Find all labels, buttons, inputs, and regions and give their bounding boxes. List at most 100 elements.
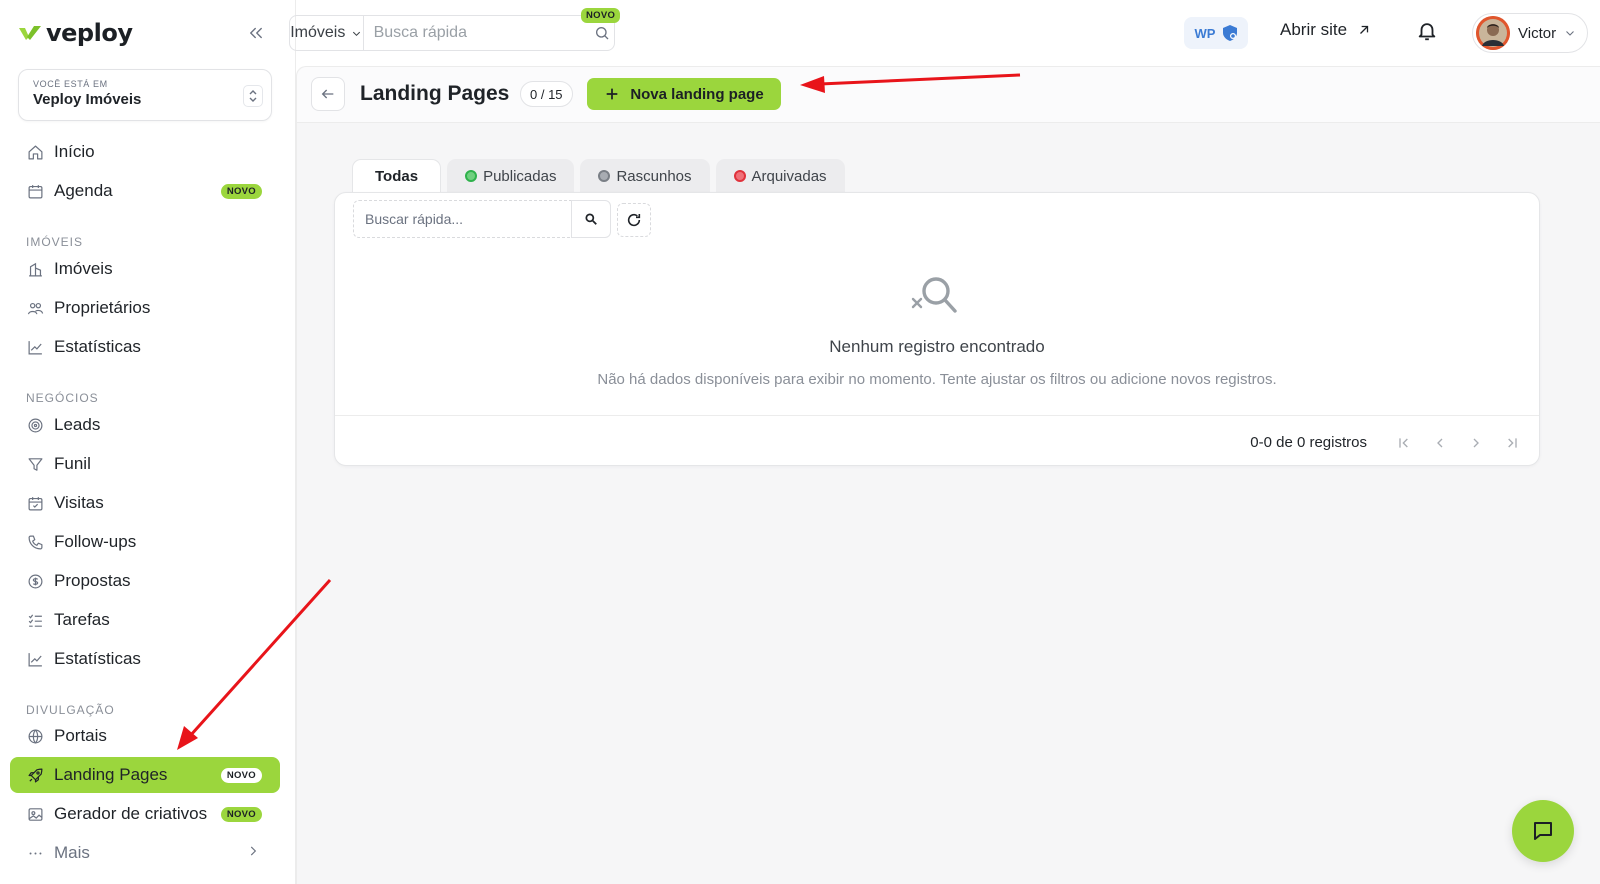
sidebar: veploy VOCÊ ESTÁ EM Veploy Imóveis Iníci…: [0, 0, 296, 884]
section-label-negocios: NEGÓCIOS: [26, 391, 99, 405]
search-icon: [585, 213, 597, 225]
sidebar-item-portais[interactable]: Portais: [10, 718, 280, 754]
new-badge: NOVO: [220, 183, 262, 199]
refresh-button[interactable]: [617, 203, 651, 237]
search-scope-label: Imóveis: [290, 24, 346, 41]
global-search-input[interactable]: [363, 16, 591, 50]
sidebar-item-estatisticas-imoveis[interactable]: Estatísticas: [10, 329, 280, 365]
phone-icon: [26, 533, 44, 551]
first-page-icon: [1399, 438, 1408, 448]
plus-icon: [606, 88, 618, 100]
status-dot-gray-icon: [598, 170, 611, 182]
workspace-selector[interactable]: VOCÊ ESTÁ EM Veploy Imóveis: [18, 69, 272, 121]
avatar: [1476, 16, 1510, 50]
previous-page-button[interactable]: [1427, 430, 1453, 456]
page-title: Landing Pages: [360, 82, 510, 105]
collapse-sidebar-button[interactable]: [244, 21, 268, 45]
sidebar-item-label: Visitas: [54, 493, 104, 512]
sidebar-item-mais[interactable]: Mais: [10, 835, 280, 871]
back-button[interactable]: [311, 77, 345, 111]
section-label-divulgacao: DIVULGAÇÃO: [26, 703, 115, 717]
status-dot-red-icon: [733, 170, 746, 182]
table-search-button[interactable]: [571, 200, 611, 238]
last-page-button[interactable]: [1499, 430, 1525, 456]
tab-publicadas[interactable]: Publicadas: [447, 159, 575, 193]
sidebar-item-label: Landing Pages: [54, 765, 168, 784]
sidebar-item-label: Estatísticas: [54, 337, 141, 356]
status-tabs: Todas Publicadas Rascunhos Arquivadas: [352, 159, 845, 193]
ellipsis-icon: [26, 844, 44, 862]
tab-label: Arquivadas: [751, 167, 827, 185]
building-icon: [26, 260, 44, 278]
chat-bubble-icon: [1534, 822, 1552, 840]
sidebar-item-label: Leads: [54, 415, 101, 434]
search-new-badge: NOVO: [581, 8, 621, 23]
sidebar-item-label: Gerador de criativos: [54, 804, 208, 823]
user-name: Victor: [1518, 24, 1557, 42]
chart-icon: [26, 650, 44, 668]
sidebar-item-label: Estatísticas: [54, 649, 141, 668]
sidebar-item-leads[interactable]: Leads: [10, 407, 280, 443]
sidebar-item-proprietarios[interactable]: Proprietários: [10, 290, 280, 326]
chevron-down-icon: [353, 31, 361, 36]
sidebar-item-visitas[interactable]: Visitas: [10, 485, 280, 521]
search-not-found-icon: [911, 277, 957, 313]
wordpress-button[interactable]: WP: [1184, 17, 1248, 49]
checklist-icon: [26, 611, 44, 629]
shield-icon: [1223, 25, 1238, 41]
sidebar-item-estatisticas-negocios[interactable]: Estatísticas: [10, 641, 280, 677]
pagination-controls: [1391, 430, 1525, 456]
sidebar-item-agenda[interactable]: Agenda NOVO: [10, 173, 280, 209]
open-site-link[interactable]: Abrir site: [1280, 20, 1371, 40]
chart-icon: [26, 338, 44, 356]
chevron-down-icon: [1566, 31, 1574, 36]
sidebar-item-label: Tarefas: [54, 610, 110, 629]
user-menu[interactable]: Victor: [1472, 13, 1588, 53]
last-page-icon: [1508, 438, 1517, 448]
logo-mark-icon: [19, 26, 41, 40]
main-content: Landing Pages 0 / 15 Nova landing page T…: [296, 66, 1600, 884]
globe-icon: [26, 727, 44, 745]
chat-button[interactable]: [1512, 800, 1574, 862]
funnel-icon: [26, 455, 44, 473]
new-landing-page-button[interactable]: Nova landing page: [587, 78, 781, 110]
new-badge: NOVO: [220, 806, 262, 822]
empty-state-title: Nenhum registro encontrado: [829, 337, 1045, 356]
landing-pages-counter: 0 / 15: [520, 81, 573, 107]
sidebar-header: veploy: [18, 16, 268, 50]
sidebar-item-inicio[interactable]: Início: [10, 134, 280, 170]
arrow-left-icon: [321, 89, 334, 99]
sidebar-item-imoveis[interactable]: Imóveis: [10, 251, 280, 287]
refresh-icon: [627, 213, 641, 227]
sidebar-item-landing-pages[interactable]: Landing Pages NOVO: [10, 757, 280, 793]
tab-rascunhos[interactable]: Rascunhos: [580, 159, 710, 193]
table-search-input[interactable]: [354, 201, 572, 237]
first-page-button[interactable]: [1391, 430, 1417, 456]
tab-arquivadas[interactable]: Arquivadas: [715, 159, 845, 193]
search-icon[interactable]: [591, 25, 614, 41]
sidebar-item-label: Portais: [54, 726, 107, 745]
chevron-left-icon: [1437, 438, 1443, 448]
search-scope-select[interactable]: Imóveis: [290, 16, 364, 50]
sidebar-item-propostas[interactable]: Propostas: [10, 563, 280, 599]
sidebar-item-follow-ups[interactable]: Follow-ups: [10, 524, 280, 560]
sidebar-item-gerador-de-criativos[interactable]: Gerador de criativos NOVO: [10, 796, 280, 832]
rocket-icon: [26, 766, 44, 784]
sidebar-item-label: Follow-ups: [54, 532, 137, 551]
workspace-caption: VOCÊ ESTÁ EM: [33, 79, 108, 89]
sidebar-item-label: Proprietários: [54, 298, 151, 317]
sidebar-item-tarefas[interactable]: Tarefas: [10, 602, 280, 638]
logo[interactable]: veploy: [18, 19, 133, 47]
sidebar-item-funil[interactable]: Funil: [10, 446, 280, 482]
image-icon: [26, 805, 44, 823]
sidebar-item-label: Funil: [54, 454, 91, 473]
topbar: Imóveis NOVO WP Abrir site Victor: [289, 0, 1600, 66]
tab-todas[interactable]: Todas: [352, 159, 442, 193]
next-page-button[interactable]: [1463, 430, 1489, 456]
new-badge: NOVO: [220, 767, 262, 783]
tab-label: Todas: [375, 168, 419, 185]
users-icon: [26, 299, 44, 317]
bell-icon: [1418, 23, 1436, 41]
chevron-right-icon: [246, 843, 260, 863]
notifications-button[interactable]: [1416, 20, 1440, 44]
